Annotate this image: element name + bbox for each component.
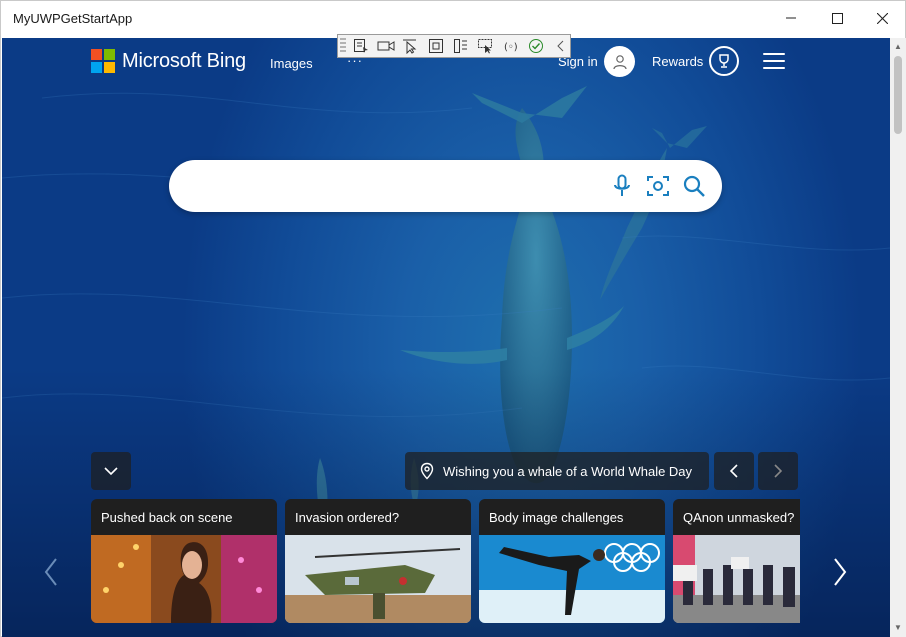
accessibility-icon[interactable] bbox=[451, 36, 470, 56]
chevron-down-icon bbox=[104, 467, 118, 476]
carousel-next-button[interactable] bbox=[828, 554, 852, 590]
chevron-left-icon bbox=[729, 464, 738, 478]
title-bar[interactable]: MyUWPGetStartApp bbox=[1, 1, 905, 38]
news-card[interactable]: Invasion ordered? bbox=[285, 499, 471, 623]
window-title: MyUWPGetStartApp bbox=[13, 11, 133, 26]
bing-logo[interactable]: Microsoft Bing bbox=[91, 49, 246, 73]
trophy-icon[interactable] bbox=[709, 46, 739, 76]
visual-search-icon[interactable] bbox=[644, 172, 672, 200]
card-title: QAnon unmasked? bbox=[683, 510, 795, 525]
chevron-left-icon bbox=[44, 558, 57, 586]
news-card[interactable]: Pushed back on scene bbox=[91, 499, 277, 623]
pointer-icon[interactable] bbox=[402, 36, 421, 56]
scroll-down-arrow-icon[interactable]: ▼ bbox=[890, 621, 906, 635]
video-icon[interactable] bbox=[377, 36, 396, 56]
toolbar-grip[interactable] bbox=[340, 38, 346, 54]
user-avatar-icon[interactable] bbox=[604, 46, 635, 77]
card-title: Body image challenges bbox=[489, 510, 624, 525]
scroll-up-arrow-icon[interactable]: ▲ bbox=[890, 40, 906, 54]
caption-text: Wishing you a whale of a World Whale Day bbox=[443, 463, 693, 479]
hamburger-menu-icon[interactable] bbox=[763, 53, 785, 69]
collapse-feed-button[interactable] bbox=[91, 452, 131, 490]
xaml-debug-toolbar: (◦) bbox=[337, 34, 571, 58]
search-box[interactable] bbox=[169, 160, 722, 212]
card-image bbox=[673, 535, 800, 623]
previous-image-button[interactable] bbox=[714, 452, 754, 490]
check-icon[interactable] bbox=[526, 36, 545, 56]
svg-text:(◦): (◦) bbox=[504, 42, 518, 53]
maximize-button[interactable] bbox=[814, 1, 860, 35]
brand-name: Microsoft Bing bbox=[122, 49, 246, 72]
frame-icon[interactable] bbox=[426, 36, 445, 56]
card-title: Pushed back on scene bbox=[101, 510, 233, 525]
search-icon[interactable] bbox=[680, 172, 708, 200]
rewards-link[interactable]: Rewards bbox=[652, 54, 703, 69]
close-button[interactable] bbox=[859, 1, 905, 35]
search-input[interactable] bbox=[189, 172, 603, 202]
minimize-button[interactable] bbox=[768, 1, 814, 35]
card-image bbox=[91, 535, 277, 623]
select-element-icon[interactable] bbox=[352, 36, 371, 56]
image-caption[interactable]: Wishing you a whale of a World Whale Day bbox=[405, 452, 709, 490]
microsoft-logo-icon bbox=[91, 49, 115, 73]
app-window: MyUWPGetStartApp (◦) Microsoft Bing Imag… bbox=[0, 0, 906, 637]
next-image-button[interactable] bbox=[758, 452, 798, 490]
card-title: Invasion ordered? bbox=[295, 510, 400, 525]
card-image bbox=[285, 535, 471, 623]
nav-images-link[interactable]: Images bbox=[270, 56, 313, 71]
layout-adorner-icon[interactable] bbox=[476, 36, 495, 56]
microphone-icon[interactable] bbox=[608, 172, 636, 200]
location-pin-icon bbox=[420, 462, 434, 480]
chevron-right-icon bbox=[834, 558, 847, 586]
news-card[interactable]: QAnon unmasked? bbox=[673, 499, 800, 623]
vertical-scrollbar[interactable]: ▲ ▼ bbox=[890, 38, 906, 637]
carousel-prev-button[interactable] bbox=[39, 554, 63, 590]
chevron-right-icon bbox=[774, 464, 783, 478]
binding-icon[interactable]: (◦) bbox=[501, 36, 520, 56]
collapse-icon[interactable] bbox=[551, 36, 570, 56]
news-card[interactable]: Body image challenges bbox=[479, 499, 665, 623]
card-image bbox=[479, 535, 665, 623]
scroll-thumb[interactable] bbox=[894, 56, 902, 134]
